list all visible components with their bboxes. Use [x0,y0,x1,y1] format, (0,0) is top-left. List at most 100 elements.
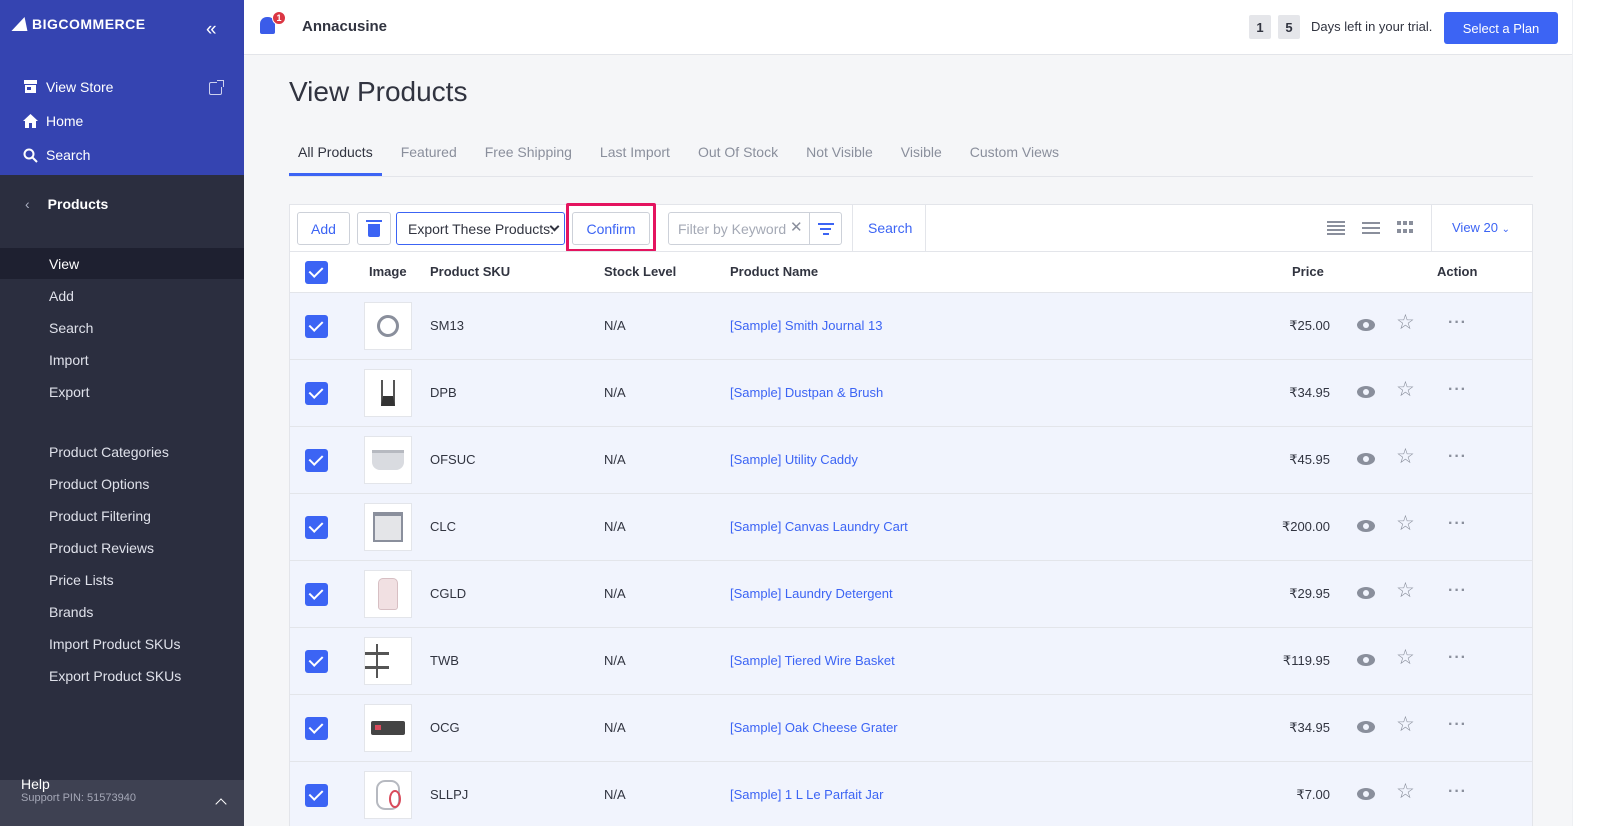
featured-star-icon[interactable]: ☆ [1396,513,1415,534]
delete-button[interactable] [357,212,391,245]
row-checkbox[interactable] [305,650,328,673]
header-name[interactable]: Product Name [730,264,818,279]
toolbar-divider [925,205,926,251]
product-name-link[interactable]: [Sample] Tiered Wire Basket [730,653,895,668]
list-view-icon[interactable] [1362,222,1380,234]
product-thumbnail[interactable] [364,704,412,752]
tab-last-import[interactable]: Last Import [591,143,679,176]
product-name-link[interactable]: [Sample] Utility Caddy [730,452,858,467]
tab-free-shipping[interactable]: Free Shipping [476,143,581,176]
stock-level: N/A [604,586,626,601]
more-actions-icon[interactable]: ··· [1448,649,1467,667]
visibility-eye-icon[interactable] [1357,319,1375,331]
filter-options-button[interactable] [809,212,842,245]
tab-out-of-stock[interactable]: Out Of Stock [689,143,787,176]
more-actions-icon[interactable]: ··· [1448,515,1467,533]
sidebar-item-price-lists[interactable]: Price Lists [49,572,114,588]
sidebar-item-product-categories[interactable]: Product Categories [49,444,169,460]
visibility-eye-icon[interactable] [1357,453,1375,465]
featured-star-icon[interactable]: ☆ [1396,312,1415,333]
select-plan-button[interactable]: Select a Plan [1444,12,1558,44]
visibility-eye-icon[interactable] [1357,587,1375,599]
featured-star-icon[interactable]: ☆ [1396,580,1415,601]
product-thumbnail[interactable] [364,771,412,819]
product-thumbnail[interactable] [364,302,412,350]
sidebar-item-product-filtering[interactable]: Product Filtering [49,508,151,524]
sidebar-item-search[interactable]: Search [49,320,93,336]
bulk-action-select[interactable]: Export These Products. [396,212,565,245]
product-name-link[interactable]: [Sample] 1 L Le Parfait Jar [730,787,883,802]
sidebar-item-import-product-skus[interactable]: Import Product SKUs [49,636,181,652]
visibility-eye-icon[interactable] [1357,520,1375,532]
visibility-eye-icon[interactable] [1357,654,1375,666]
sidebar-section-products[interactable]: ‹ Products [25,196,108,212]
add-product-button[interactable]: Add [297,212,350,245]
tab-all-products[interactable]: All Products [289,143,382,176]
product-name-link[interactable]: [Sample] Canvas Laundry Cart [730,519,908,534]
product-name-link[interactable]: [Sample] Dustpan & Brush [730,385,883,400]
more-actions-icon[interactable]: ··· [1448,783,1467,801]
view-count-dropdown[interactable]: View 20 ⌄ [1452,220,1510,235]
bulk-action-value: Export These Products. [408,220,555,237]
product-name-link[interactable]: [Sample] Smith Journal 13 [730,318,882,333]
header-stock[interactable]: Stock Level [604,264,676,279]
row-checkbox[interactable] [305,516,328,539]
product-price: ₹25.00 [1289,318,1330,333]
sidebar-item-product-options[interactable]: Product Options [49,476,149,492]
sidebar-item-view[interactable]: View [49,256,79,272]
more-actions-icon[interactable]: ··· [1448,716,1467,734]
visibility-eye-icon[interactable] [1357,721,1375,733]
product-name-link[interactable]: [Sample] Oak Cheese Grater [730,720,898,735]
compact-list-view-icon[interactable] [1327,221,1345,235]
row-checkbox[interactable] [305,784,328,807]
product-thumbnail[interactable] [364,637,412,685]
row-checkbox[interactable] [305,449,328,472]
header-sku[interactable]: Product SKU [430,264,510,279]
visibility-eye-icon[interactable] [1357,386,1375,398]
row-checkbox[interactable] [305,382,328,405]
more-actions-icon[interactable]: ··· [1448,314,1467,332]
more-actions-icon[interactable]: ··· [1448,582,1467,600]
more-actions-icon[interactable]: ··· [1448,448,1467,466]
sidebar-link-home[interactable]: Home [22,113,83,129]
select-all-checkbox[interactable] [305,261,328,284]
sidebar-item-brands[interactable]: Brands [49,604,93,620]
featured-star-icon[interactable]: ☆ [1396,647,1415,668]
tab-featured[interactable]: Featured [392,143,466,176]
featured-star-icon[interactable]: ☆ [1396,446,1415,467]
featured-star-icon[interactable]: ☆ [1396,781,1415,802]
sidebar-item-add[interactable]: Add [49,288,74,304]
bigcommerce-logo[interactable]: BIGCOMMERCE [11,16,146,32]
tab-custom-views[interactable]: Custom Views [961,143,1068,176]
filter-keyword-input[interactable]: Filter by Keyword [668,212,810,245]
product-name-link[interactable]: [Sample] Laundry Detergent [730,586,893,601]
sidebar-link-search[interactable]: Search [22,147,90,163]
collapse-sidebar-icon[interactable]: « [206,20,217,39]
row-checkbox[interactable] [305,315,328,338]
clear-filter-icon[interactable]: ✕ [790,218,803,236]
header-price[interactable]: Price [1292,264,1324,279]
sidebar-link-view-store[interactable]: View Store [22,79,113,95]
sidebar-item-export[interactable]: Export [49,384,89,400]
product-thumbnail[interactable] [364,570,412,618]
tab-visible[interactable]: Visible [892,143,951,176]
sidebar-item-export-product-skus[interactable]: Export Product SKUs [49,668,181,684]
tab-not-visible[interactable]: Not Visible [797,143,882,176]
grid-view-icon[interactable] [1397,221,1413,235]
sidebar-item-product-reviews[interactable]: Product Reviews [49,540,154,556]
row-checkbox[interactable] [305,717,328,740]
sidebar-link-label: Home [46,113,84,129]
more-actions-icon[interactable]: ··· [1448,381,1467,399]
product-thumbnail[interactable] [364,369,412,417]
featured-star-icon[interactable]: ☆ [1396,714,1415,735]
featured-star-icon[interactable]: ☆ [1396,379,1415,400]
product-thumbnail[interactable] [364,503,412,551]
search-button[interactable]: Search [868,220,912,236]
help-title: Help [21,776,50,792]
row-checkbox[interactable] [305,583,328,606]
visibility-eye-icon[interactable] [1357,788,1375,800]
product-thumbnail[interactable] [364,436,412,484]
sidebar-item-import[interactable]: Import [49,352,89,368]
external-link-icon[interactable] [209,80,224,95]
table-row: CGLD N/A [Sample] Laundry Detergent ₹29.… [290,561,1532,628]
